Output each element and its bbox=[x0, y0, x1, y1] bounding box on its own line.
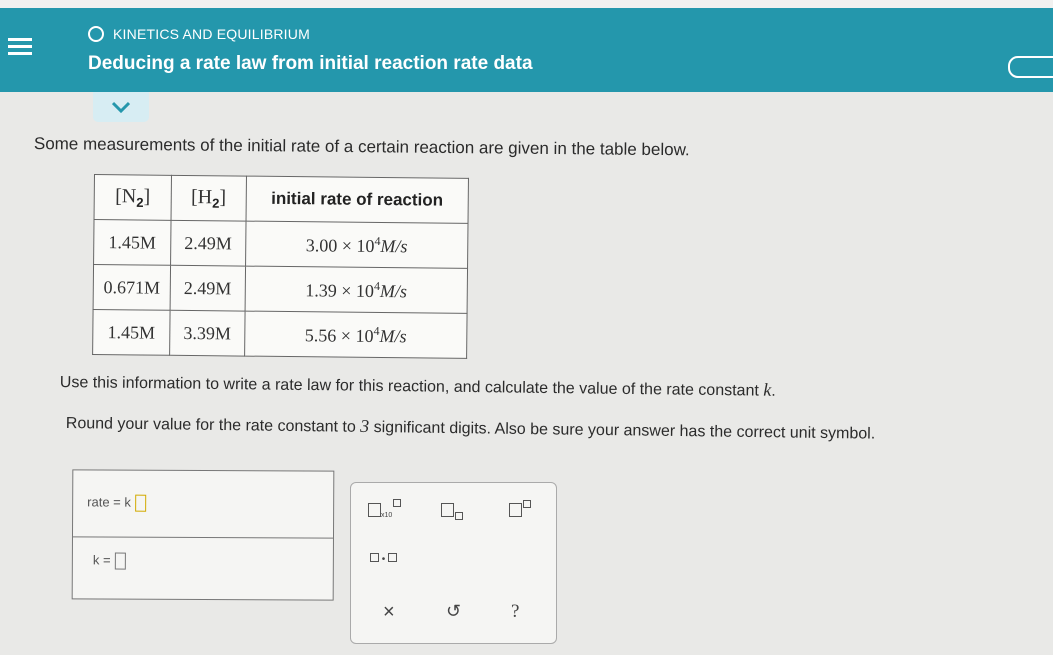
help-button[interactable]: ? bbox=[511, 601, 519, 623]
chevron-down-icon bbox=[112, 101, 130, 113]
cell-h2: 2.49M bbox=[169, 265, 246, 312]
progress-toggle-button[interactable] bbox=[1008, 56, 1053, 78]
menu-icon[interactable] bbox=[8, 34, 38, 64]
cell-h2: 3.39M bbox=[169, 310, 245, 357]
rate-law-input[interactable] bbox=[134, 494, 146, 512]
progress-circle-icon bbox=[88, 26, 104, 42]
table-row: 1.45M 3.39M 5.56 × 104M/s bbox=[92, 309, 468, 359]
superscript-button[interactable] bbox=[509, 500, 531, 522]
scientific-notation-button[interactable]: x10 bbox=[368, 499, 402, 522]
cell-n2: 0.671M bbox=[93, 264, 171, 311]
subscript-button[interactable] bbox=[441, 503, 463, 522]
header-rate: initial rate of reaction bbox=[245, 176, 469, 224]
topic-text: KINETICS AND EQUILIBRIUM bbox=[113, 26, 310, 42]
top-strip bbox=[0, 0, 1053, 8]
table-row: 0.671M 2.49M 1.39 × 104M/s bbox=[93, 264, 468, 314]
cell-n2: 1.45M bbox=[93, 219, 171, 266]
multiply-dot-button[interactable]: • bbox=[370, 553, 398, 565]
cell-rate: 1.39 × 104M/s bbox=[244, 266, 468, 314]
rate-data-table: [N2] [H2] initial rate of reaction 1.45M… bbox=[92, 174, 469, 362]
table-header-row: [N2] [H2] initial rate of reaction bbox=[94, 174, 469, 224]
math-palette: x10 • × ↺ ? bbox=[350, 482, 557, 644]
intro-text: Some measurements of the initial rate of… bbox=[33, 134, 690, 160]
k-input[interactable] bbox=[114, 552, 126, 570]
cell-rate: 3.00 × 104M/s bbox=[245, 221, 469, 269]
k-label: k = bbox=[92, 552, 111, 568]
header-h2: [H2] bbox=[170, 175, 247, 222]
rounding-instruction: Round your value for the rate constant t… bbox=[65, 414, 876, 443]
clear-button[interactable]: × bbox=[383, 601, 395, 624]
rate-law-row: rate = k bbox=[72, 470, 334, 539]
cell-rate: 5.56 × 104M/s bbox=[244, 311, 468, 359]
instruction-text: Use this information to write a rate law… bbox=[59, 373, 776, 400]
answer-panel: rate = k k = bbox=[71, 469, 335, 601]
cell-n2: 1.45M bbox=[92, 309, 170, 356]
undo-button[interactable]: ↺ bbox=[446, 601, 461, 622]
header-n2: [N2] bbox=[94, 174, 172, 221]
topic-label: KINETICS AND EQUILIBRIUM bbox=[88, 26, 310, 42]
collapse-tab[interactable] bbox=[93, 92, 149, 122]
header-bar: KINETICS AND EQUILIBRIUM Deducing a rate… bbox=[0, 8, 1053, 92]
page-title: Deducing a rate law from initial reactio… bbox=[88, 53, 533, 74]
table-row: 1.45M 2.49M 3.00 × 104M/s bbox=[93, 219, 469, 269]
rate-law-label: rate = k bbox=[87, 494, 131, 510]
cell-h2: 2.49M bbox=[170, 220, 246, 267]
